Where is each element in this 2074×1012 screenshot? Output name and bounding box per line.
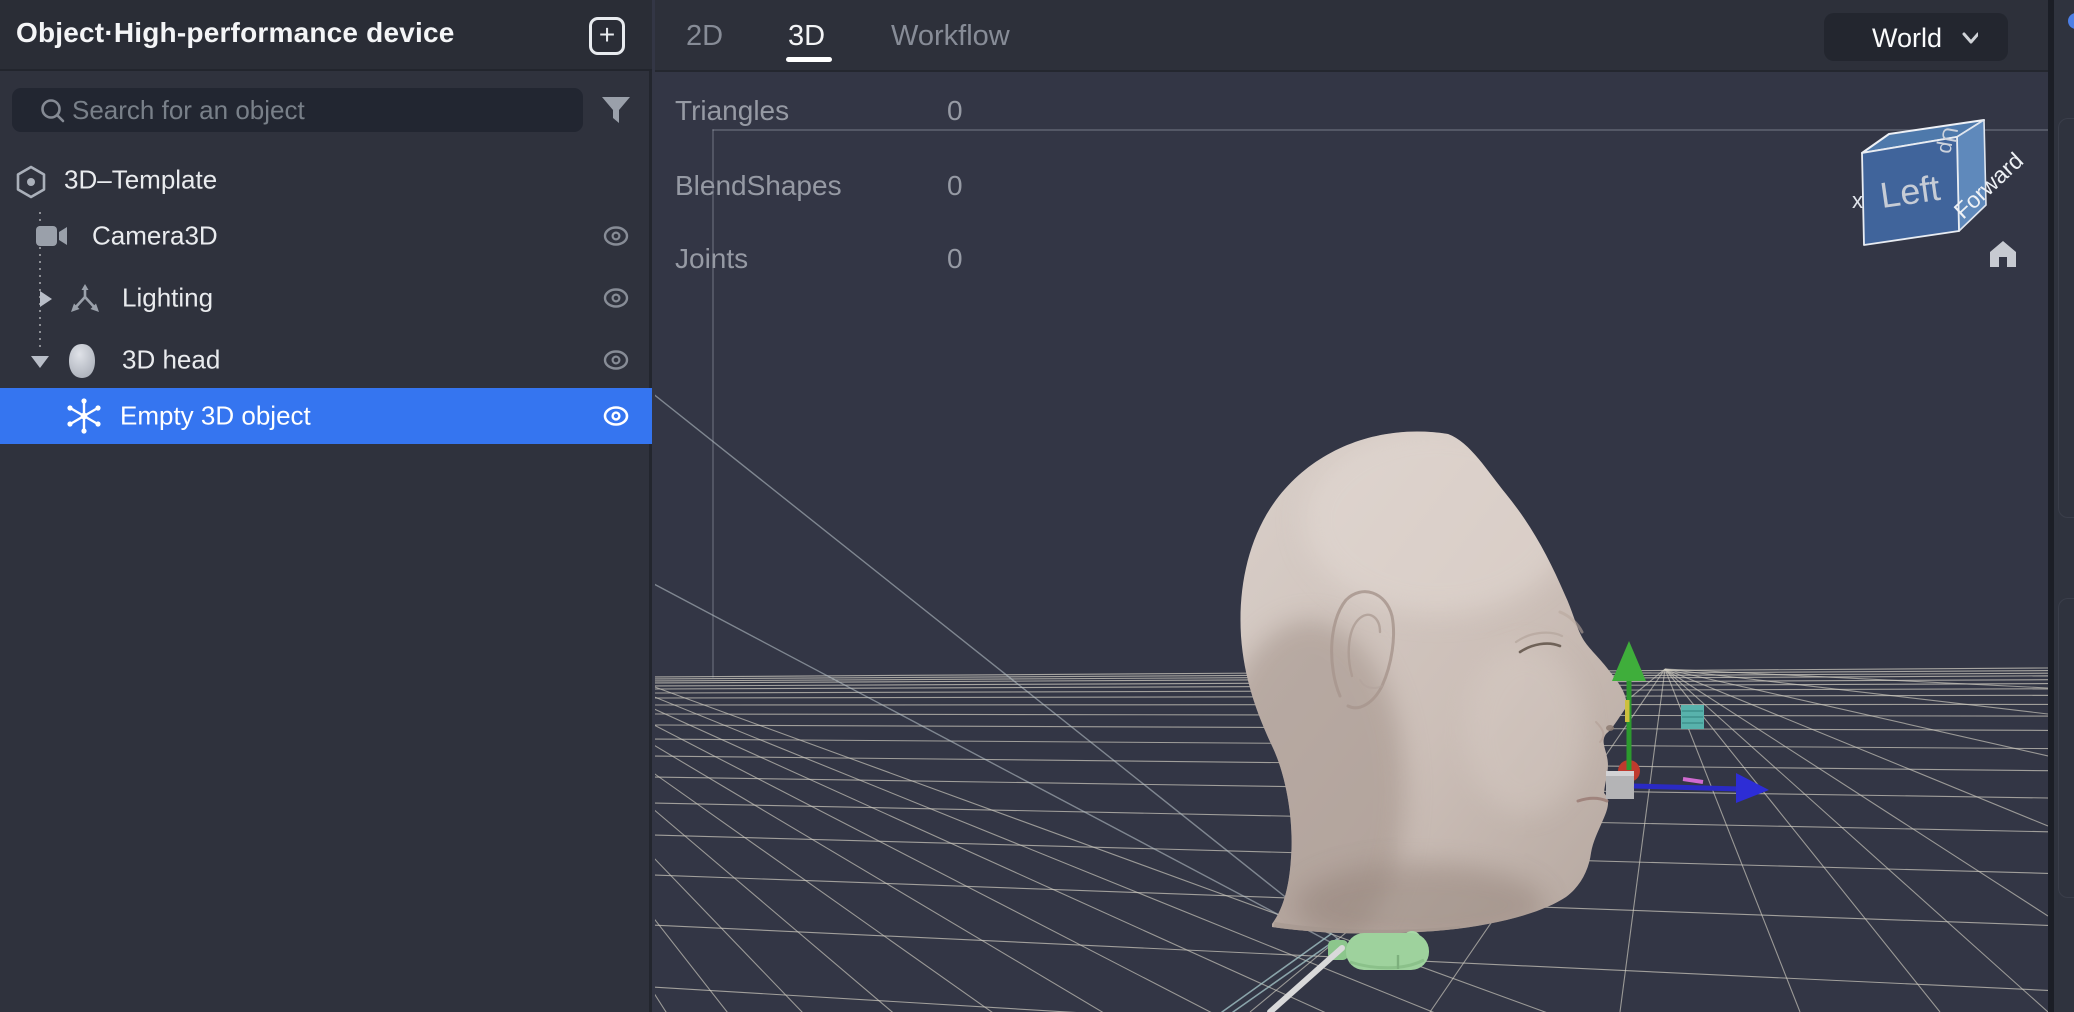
gizmo-magenta-tick xyxy=(1683,779,1703,782)
object-hierarchy-panel: Object·High-performance device + 3D–Temp… xyxy=(0,0,652,1012)
nav-cube[interactable]: x Left Up Forward xyxy=(1852,120,2028,245)
tab-2d[interactable]: 2D xyxy=(686,20,723,53)
stat-value: 0 xyxy=(947,170,963,202)
tree-label: Camera3D xyxy=(92,221,218,252)
stat-label: BlendShapes xyxy=(675,170,842,202)
sliver-card-edge xyxy=(2058,118,2074,518)
tab-workflow[interactable]: Workflow xyxy=(891,20,1010,53)
viewport-tab-bar: 2D 3D Workflow World xyxy=(655,0,2074,72)
3d-viewport[interactable]: x Left Up Forward 2D 3D Workflow World T… xyxy=(655,0,2074,1012)
tree-label: Lighting xyxy=(122,283,213,314)
expand-caret-right-icon[interactable] xyxy=(38,290,54,308)
tree-row-3d-template[interactable]: 3D–Template xyxy=(0,152,652,208)
sliver-card-edge xyxy=(2058,598,2074,898)
home-view-button[interactable] xyxy=(1989,240,2021,270)
bone-pointer-line xyxy=(1270,948,1342,1012)
tree-label: 3D head xyxy=(122,345,220,376)
chevron-down-icon xyxy=(1962,30,1978,46)
gizmo-y-arrowhead[interactable] xyxy=(1612,641,1646,681)
visibility-eye-icon[interactable] xyxy=(600,286,632,310)
nav-cube-front-label: Left xyxy=(1877,167,1942,216)
tree-row-3d-head[interactable]: 3D head xyxy=(0,332,652,388)
world-space-dropdown[interactable]: World xyxy=(1824,13,2008,61)
gizmo-yellow-tick xyxy=(1625,700,1630,722)
visibility-eye-icon[interactable] xyxy=(600,348,632,372)
lighting-icon xyxy=(66,282,104,316)
nav-cube-top-label: Up xyxy=(1934,125,1961,155)
stat-label: Triangles xyxy=(675,95,789,127)
tree-row-lighting[interactable]: Lighting xyxy=(0,270,652,326)
adjacent-panel-sliver xyxy=(2054,0,2074,1012)
head-icon xyxy=(64,342,100,380)
gizmo-plane-handle-teal[interactable] xyxy=(1681,705,1704,729)
head-model[interactable] xyxy=(1215,425,1626,960)
tree-row-camera3d[interactable]: Camera3D xyxy=(0,208,652,264)
nav-cube-x-label: x xyxy=(1852,188,1863,213)
stat-value: 0 xyxy=(947,95,963,127)
gizmo-z-axis[interactable] xyxy=(1634,786,1740,789)
collapse-caret-down-icon[interactable] xyxy=(30,354,50,370)
tab-3d[interactable]: 3D xyxy=(788,20,825,53)
tree-label: 3D–Template xyxy=(64,165,217,196)
panel-blue-dot-icon xyxy=(2068,13,2074,29)
visibility-eye-icon[interactable] xyxy=(600,224,632,248)
stat-label: Joints xyxy=(675,243,748,275)
tree-row-empty-3d-object[interactable]: Empty 3D object xyxy=(0,388,652,444)
scene-canvas[interactable]: x Left Up Forward xyxy=(655,0,2074,1012)
hexagon-template-icon xyxy=(14,165,48,199)
snowflake-icon xyxy=(64,396,104,436)
tree-label: Empty 3D object xyxy=(120,401,311,432)
stat-value: 0 xyxy=(947,243,963,275)
camera-icon xyxy=(36,223,70,249)
visibility-eye-icon-selected[interactable] xyxy=(600,404,632,428)
active-tab-underline xyxy=(786,57,832,62)
world-dropdown-label: World xyxy=(1872,23,1942,54)
